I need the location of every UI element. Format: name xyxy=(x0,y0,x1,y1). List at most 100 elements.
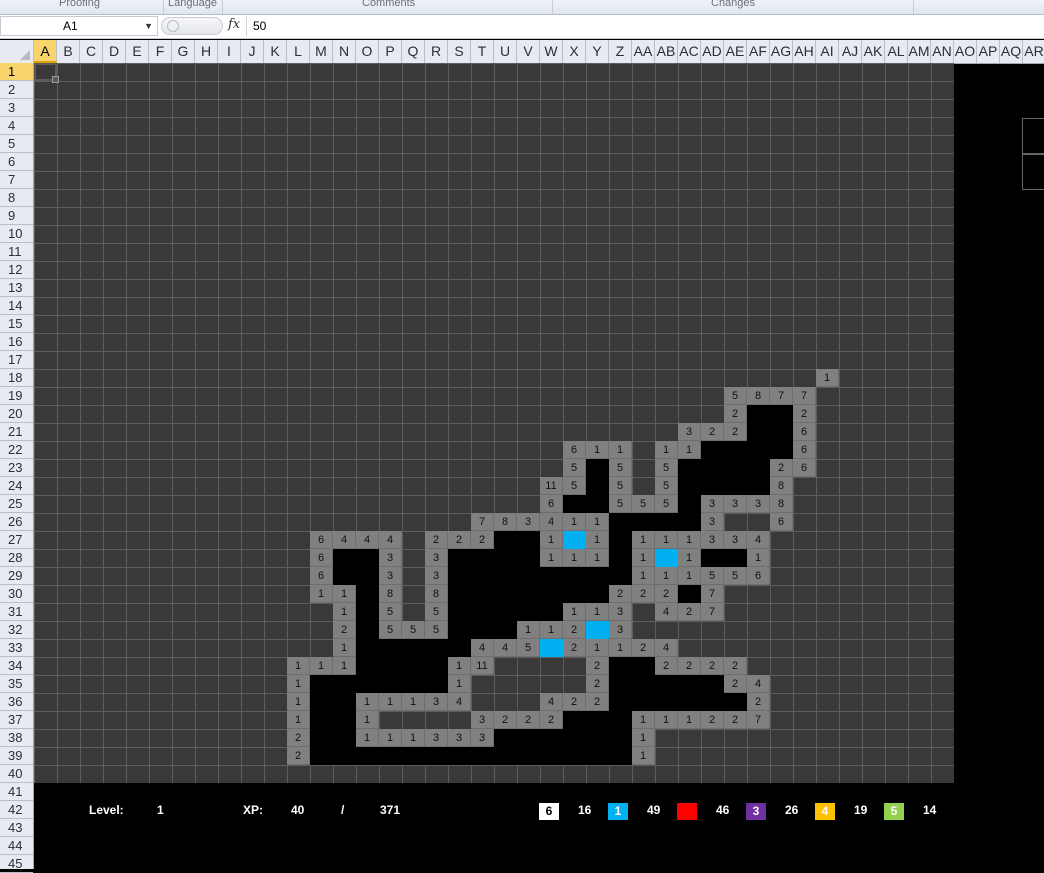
column-header-am[interactable]: AM xyxy=(908,40,931,63)
floor-cell-z23[interactable]: 5 xyxy=(609,459,632,477)
column-header-aj[interactable]: AJ xyxy=(839,40,862,63)
row-header-45[interactable]: 45 xyxy=(0,855,33,873)
row-header-42[interactable]: 42 xyxy=(0,801,33,819)
row-header-36[interactable]: 36 xyxy=(0,693,33,711)
floor-cell-w28[interactable]: 1 xyxy=(540,549,563,567)
wall-cell[interactable] xyxy=(517,603,540,621)
row-header-29[interactable]: 29 xyxy=(0,567,33,585)
floor-cell-ah19[interactable]: 7 xyxy=(793,387,816,405)
floor-cell-w24[interactable]: 11 xyxy=(540,477,563,495)
column-header-af[interactable]: AF xyxy=(747,40,770,63)
floor-cell-ag24[interactable]: 8 xyxy=(770,477,793,495)
wall-cell[interactable] xyxy=(586,585,609,603)
wall-cell[interactable] xyxy=(448,747,471,765)
wall-cell[interactable] xyxy=(494,621,517,639)
wall-cell[interactable] xyxy=(609,747,632,765)
wall-cell[interactable] xyxy=(747,405,770,423)
floor-cell-r38[interactable]: 3 xyxy=(425,729,448,747)
floor-cell-t26[interactable]: 7 xyxy=(471,513,494,531)
wall-cell[interactable] xyxy=(333,693,356,711)
floor-cell-o36[interactable]: 1 xyxy=(356,693,379,711)
wall-cell[interactable] xyxy=(471,585,494,603)
floor-cell-o27[interactable]: 4 xyxy=(356,531,379,549)
floor-cell-ab33[interactable]: 4 xyxy=(655,639,678,657)
floor-cell-y33[interactable]: 1 xyxy=(586,639,609,657)
floor-cell-l37[interactable]: 1 xyxy=(287,711,310,729)
wall-cell[interactable] xyxy=(494,585,517,603)
row-header-2[interactable]: 2 xyxy=(0,81,33,99)
floor-cell-aa38[interactable]: 1 xyxy=(632,729,655,747)
floor-cell-ad26[interactable]: 3 xyxy=(701,513,724,531)
wall-cell[interactable] xyxy=(402,657,425,675)
floor-cell-ah23[interactable]: 6 xyxy=(793,459,816,477)
floor-cell-ae21[interactable]: 2 xyxy=(724,423,747,441)
floor-cell-ae35[interactable]: 2 xyxy=(724,675,747,693)
wall-cell[interactable] xyxy=(310,711,333,729)
floor-cell-p31[interactable]: 5 xyxy=(379,603,402,621)
wall-cell[interactable] xyxy=(770,405,793,423)
wall-cell[interactable] xyxy=(494,549,517,567)
wall-cell[interactable] xyxy=(402,747,425,765)
wall-cell[interactable] xyxy=(724,459,747,477)
floor-cell-ad25[interactable]: 3 xyxy=(701,495,724,513)
row-header-5[interactable]: 5 xyxy=(0,135,33,153)
wall-cell[interactable] xyxy=(770,441,793,459)
wall-cell[interactable] xyxy=(333,675,356,693)
floor-cell-l38[interactable]: 2 xyxy=(287,729,310,747)
wall-cell[interactable] xyxy=(747,441,770,459)
row-header-26[interactable]: 26 xyxy=(0,513,33,531)
wall-cell[interactable] xyxy=(701,549,724,567)
floor-cell-af36[interactable]: 2 xyxy=(747,693,770,711)
wall-cell[interactable] xyxy=(724,441,747,459)
floor-cell-ab22[interactable]: 1 xyxy=(655,441,678,459)
floor-cell-aa29[interactable]: 1 xyxy=(632,567,655,585)
floor-cell-s35[interactable]: 1 xyxy=(448,675,471,693)
floor-cell-af27[interactable]: 4 xyxy=(747,531,770,549)
wall-cell[interactable] xyxy=(471,549,494,567)
floor-cell-ad29[interactable]: 5 xyxy=(701,567,724,585)
row-header-27[interactable]: 27 xyxy=(0,531,33,549)
wall-cell[interactable] xyxy=(494,567,517,585)
floor-cell-ag25[interactable]: 8 xyxy=(770,495,793,513)
floor-cell-ai18[interactable]: 1 xyxy=(816,369,839,387)
wall-cell[interactable] xyxy=(586,747,609,765)
floor-cell-x36[interactable]: 2 xyxy=(563,693,586,711)
floor-cell-n30[interactable]: 1 xyxy=(333,585,356,603)
column-header-ad[interactable]: AD xyxy=(701,40,724,63)
column-header-k[interactable]: K xyxy=(264,40,287,63)
wall-cell[interactable] xyxy=(333,729,356,747)
wall-cell[interactable] xyxy=(540,603,563,621)
floor-cell-r27[interactable]: 2 xyxy=(425,531,448,549)
column-header-ab[interactable]: AB xyxy=(655,40,678,63)
floor-cell-ad21[interactable]: 2 xyxy=(701,423,724,441)
wall-cell[interactable] xyxy=(517,567,540,585)
row-header-28[interactable]: 28 xyxy=(0,549,33,567)
floor-cell-y26[interactable]: 1 xyxy=(586,513,609,531)
floor-cell-ae27[interactable]: 3 xyxy=(724,531,747,549)
floor-cell-x31[interactable]: 1 xyxy=(563,603,586,621)
wall-cell[interactable] xyxy=(448,639,471,657)
floor-cell-ac22[interactable]: 1 xyxy=(678,441,701,459)
floor-cell-r36[interactable]: 3 xyxy=(425,693,448,711)
floor-cell-s38[interactable]: 3 xyxy=(448,729,471,747)
column-header-aq[interactable]: AQ xyxy=(1000,40,1023,63)
floor-cell-m34[interactable]: 1 xyxy=(310,657,333,675)
wall-cell[interactable] xyxy=(655,675,678,693)
floor-cell-af25[interactable]: 3 xyxy=(747,495,770,513)
row-header-9[interactable]: 9 xyxy=(0,207,33,225)
wall-cell[interactable] xyxy=(356,585,379,603)
floor-cell-ae20[interactable]: 2 xyxy=(724,405,747,423)
column-header-ah[interactable]: AH xyxy=(793,40,816,63)
wall-cell[interactable] xyxy=(448,549,471,567)
row-header-18[interactable]: 18 xyxy=(0,369,33,387)
floor-cell-t33[interactable]: 4 xyxy=(471,639,494,657)
wall-cell[interactable] xyxy=(747,423,770,441)
floor-cell-p36[interactable]: 1 xyxy=(379,693,402,711)
wall-cell[interactable] xyxy=(609,693,632,711)
wall-cell[interactable] xyxy=(609,549,632,567)
wall-cell[interactable] xyxy=(540,567,563,585)
wall-cell[interactable] xyxy=(586,711,609,729)
column-header-u[interactable]: U xyxy=(494,40,517,63)
wall-cell[interactable] xyxy=(448,603,471,621)
floor-cell-ab29[interactable]: 1 xyxy=(655,567,678,585)
